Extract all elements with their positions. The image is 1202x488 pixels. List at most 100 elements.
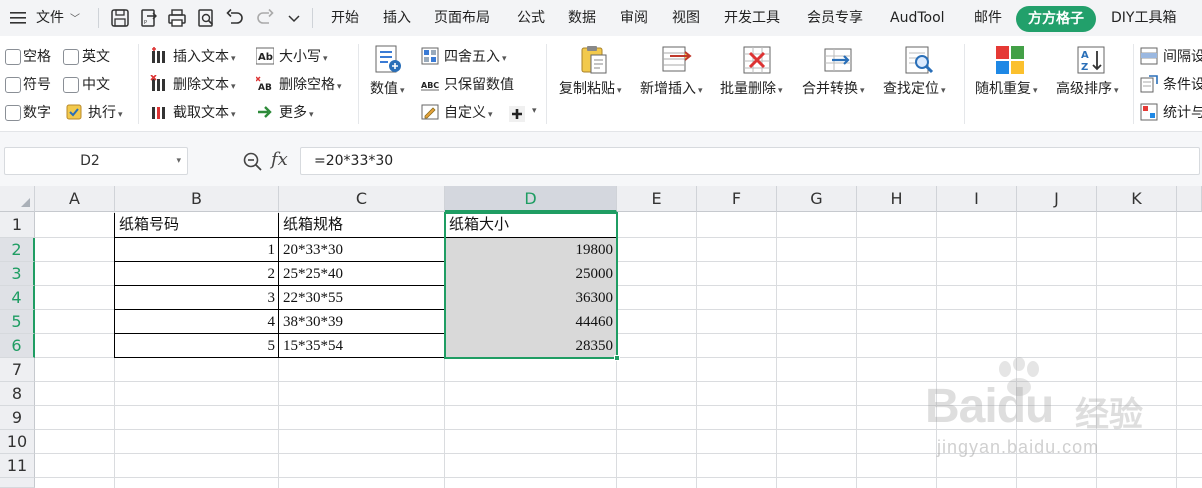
cell-d4[interactable]: 36300 [445,286,616,310]
gridline [1176,212,1177,488]
menu-bar: 文件 ﹀ P 开始 插入 页面布局 公式 数据 审阅 视图 开发工具 会员专享 A… [0,0,1202,36]
checkbox[interactable] [63,77,79,93]
tab-review[interactable]: 审阅 [620,0,648,36]
row-header-7[interactable]: 7 [0,358,35,382]
checkbox[interactable] [5,105,21,121]
copy-paste-text: 复制粘贴 [559,81,615,97]
cell-b1[interactable]: 纸箱号码 [115,213,278,237]
statistics-icon [1140,103,1158,121]
column-header-b[interactable]: B [115,186,279,212]
cell-b3[interactable]: 2 [115,262,278,286]
chevron-down-icon: ▾ [698,86,703,96]
tab-formulas[interactable]: 公式 [517,0,545,36]
print-icon[interactable] [167,8,187,28]
row-header-3[interactable]: 3 [0,262,35,286]
remove-spaces-text: 删除空格 [279,77,335,93]
cell-c6[interactable]: 15*35*54 [279,334,444,358]
column-header-i[interactable]: I [937,186,1017,212]
export-pdf-icon[interactable]: P [139,8,159,28]
cell-c3[interactable]: 25*25*40 [279,262,444,286]
tab-audtool[interactable]: AudTool [890,0,945,36]
column-header-h[interactable]: H [857,186,937,212]
chevron-down-icon: ▾ [488,110,493,120]
row-header-2[interactable]: 2 [0,238,35,262]
row-header-4[interactable]: 4 [0,286,35,310]
cell-b6[interactable]: 5 [115,334,278,358]
customize-toolbar-icon[interactable] [287,12,301,24]
round-icon [421,47,439,65]
row-header-10[interactable]: 10 [0,430,35,454]
merge-convert-text: 合并转换 [802,81,858,97]
row-header-6[interactable]: 6 [0,334,35,358]
column-header-e[interactable]: E [617,186,697,212]
insert-new-text: 新增插入 [640,81,696,97]
cell-b5[interactable]: 4 [115,310,278,334]
column-header-k[interactable]: K [1097,186,1177,212]
row-header-5[interactable]: 5 [0,310,35,334]
row-header-12[interactable] [0,478,35,488]
insert-function-button[interactable]: fx [271,146,288,174]
row-header-9[interactable]: 9 [0,406,35,430]
table-border [114,261,445,262]
checkbox[interactable] [5,77,21,93]
fill-handle[interactable] [614,355,620,361]
chevron-down-icon: ▾ [337,82,342,92]
row-header-8[interactable]: 8 [0,382,35,406]
tab-developer[interactable]: 开发工具 [724,0,780,36]
custom-icon [421,104,439,120]
cell-c4[interactable]: 22*30*55 [279,286,444,310]
checkbox-label: 数字 [23,105,51,121]
cell-b2[interactable]: 1 [115,238,278,262]
zoom-search-icon[interactable] [242,151,264,173]
spreadsheet-grid[interactable]: A B C D E F G H I J K 1 2 3 4 5 6 7 8 9 … [0,186,1202,488]
row-header-1[interactable]: 1 [0,212,35,238]
checkbox[interactable] [5,49,21,65]
cell-c2[interactable]: 20*33*30 [279,238,444,262]
cell-c1[interactable]: 纸箱规格 [279,213,444,237]
cell-d6[interactable]: 28350 [445,334,616,358]
menu-icon[interactable] [10,11,26,25]
cell-d1[interactable]: 纸箱大小 [445,213,616,237]
cell-b4[interactable]: 3 [115,286,278,310]
tab-fangfanggezi[interactable]: 方方格子 [1016,6,1096,32]
column-header-j[interactable]: J [1017,186,1097,212]
tab-view[interactable]: 视图 [672,0,700,36]
tab-member[interactable]: 会员专享 [807,0,863,36]
column-header-d[interactable]: D [445,186,617,212]
select-all-corner[interactable] [0,186,35,212]
print-preview-icon[interactable] [196,8,216,28]
save-icon[interactable] [110,8,130,28]
redo-icon[interactable] [255,8,275,28]
column-header-l[interactable] [1177,186,1202,212]
column-header-g[interactable]: G [777,186,857,212]
tab-data[interactable]: 数据 [568,0,596,36]
custom-label: 自定义 ▾ [444,101,493,125]
tab-diy-toolbox[interactable]: DIY工具箱 [1111,0,1176,36]
undo-icon[interactable] [225,8,245,28]
cell-c5[interactable]: 38*30*39 [279,310,444,334]
column-header-a[interactable]: A [35,186,115,212]
tab-page-layout[interactable]: 页面布局 [434,0,490,36]
cell-d5[interactable]: 44460 [445,310,616,334]
select-all-icon [21,198,30,207]
advanced-sort-label: 高级排序 ▾ [1056,79,1119,99]
cell-reference: D2 [80,153,100,169]
checkbox-label: 空格 [23,49,51,65]
gridline [35,477,1202,478]
checkbox[interactable] [63,49,79,65]
tab-mail[interactable]: 邮件 [974,0,1002,36]
cell-d2[interactable]: 19800 [445,238,616,262]
column-header-f[interactable]: F [697,186,777,212]
formula-input[interactable]: =20*33*30 [300,147,1200,175]
tab-insert[interactable]: 插入 [383,0,411,36]
chevron-down-icon: ▾ [1114,86,1119,96]
name-box[interactable]: D2 ▾ [4,147,188,175]
tab-home[interactable]: 开始 [331,0,359,36]
condition-label: 条件设 [1163,77,1202,93]
cell-d3[interactable]: 25000 [445,262,616,286]
column-header-c[interactable]: C [279,186,445,212]
file-menu[interactable]: 文件 ﹀ [36,0,80,36]
arrow-right-icon [258,106,272,118]
row-header-11[interactable]: 11 [0,454,35,478]
chevron-down-icon[interactable]: ▾ [176,148,181,174]
